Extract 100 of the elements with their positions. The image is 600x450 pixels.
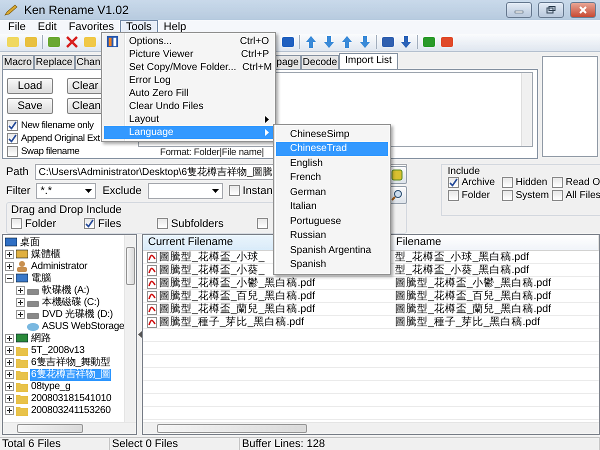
group-title: Include (448, 166, 480, 177)
table-cell-text: 型_花樽盃_小葵_黑白稿.pdf (394, 264, 530, 277)
menu-item[interactable]: Layout (104, 113, 273, 126)
tree-item[interactable]: 200803181541010 (30, 392, 112, 405)
move-up-icon[interactable] (304, 35, 318, 50)
move-down-icon[interactable] (322, 35, 336, 50)
table-cell: 圖騰型_種子_芽比_黑白稿.pdf (143, 316, 391, 329)
checkbox[interactable] (84, 218, 95, 230)
exclude-field[interactable] (148, 182, 223, 199)
checkbox[interactable] (257, 218, 268, 230)
checkbox-label: All Files (566, 190, 600, 201)
checkbox-label: Files (98, 218, 122, 230)
tree-item[interactable]: Administrator (30, 260, 88, 273)
menu-item[interactable]: ChineseSimp (276, 127, 388, 142)
filter-field[interactable]: *.* (36, 182, 96, 199)
checkbox[interactable] (502, 190, 513, 201)
tab[interactable]: Import List (339, 52, 398, 69)
tab[interactable]: Chan (74, 54, 102, 69)
tab[interactable]: Macro (2, 54, 34, 69)
tree-item[interactable]: 200803241153260 (30, 404, 112, 417)
dropdown-arrow-icon[interactable] (85, 188, 92, 193)
pdf-file-icon (147, 278, 157, 289)
tab[interactable]: page (274, 54, 301, 69)
checkbox-label: New filename only (21, 120, 94, 131)
expand-icon[interactable] (16, 310, 25, 320)
checkbox[interactable] (552, 176, 563, 188)
move-top-icon[interactable] (340, 35, 354, 50)
expand-icon[interactable] (16, 298, 25, 308)
checkbox-label: Hidden (516, 176, 548, 188)
checkbox[interactable] (552, 190, 563, 201)
menu-item[interactable]: Picture Viewer Ctrl+P (104, 48, 273, 61)
pdf-file-icon (147, 252, 157, 263)
checkbox[interactable] (502, 176, 513, 188)
tree-item[interactable]: ASUS WebStorage (41, 320, 124, 333)
expand-icon[interactable] (5, 262, 14, 272)
menu-item[interactable]: Set Copy/Move Folder... Ctrl+M (104, 61, 273, 74)
tree-item[interactable]: 08type_g (30, 380, 72, 393)
menu-item[interactable]: Italian (276, 200, 388, 214)
move-bottom-icon[interactable] (358, 35, 372, 50)
checkbox[interactable] (11, 218, 22, 230)
menu-item[interactable]: Spanish (276, 258, 388, 272)
expand-icon[interactable] (5, 370, 14, 380)
expand-icon[interactable] (5, 250, 14, 260)
window-title: Ken Rename V1.02 (24, 2, 130, 17)
menu-item[interactable]: Portuguese (276, 214, 388, 228)
delete-icon[interactable] (65, 35, 79, 50)
pdf-file-icon (147, 264, 157, 276)
tab[interactable]: Decode (300, 54, 340, 69)
field-label: Filter (6, 184, 30, 197)
tree-item[interactable]: 桌面 (19, 236, 41, 249)
tree-item[interactable]: 5T_2008v13 (30, 344, 86, 357)
restore-button[interactable] (538, 2, 564, 18)
pdf-file-icon (147, 304, 157, 315)
tree-item[interactable]: 電腦 (30, 272, 52, 285)
tree-item[interactable]: 軟碟機 (A:) (41, 284, 90, 297)
close-icon (578, 6, 588, 14)
checkbox-label: Swap filename (21, 146, 80, 157)
button[interactable]: Save (7, 98, 53, 114)
dropdown-arrow-icon[interactable] (212, 188, 219, 193)
expand-icon[interactable] (5, 346, 14, 356)
expand-icon[interactable] (5, 406, 14, 416)
menu-item[interactable]: Edit (32, 20, 63, 34)
close-button[interactable] (570, 2, 596, 18)
checkbox[interactable] (7, 120, 18, 131)
table-cell: 圖騰型_花樽盃_百兒_黑白稿.pdf (143, 290, 391, 303)
menu-item[interactable]: Help (158, 20, 192, 34)
group-title: Drag and Drop Include (11, 204, 122, 216)
minimize-button[interactable] (506, 2, 532, 18)
table-cell-text: 圖騰型_種子_芽比_黑白稿.pdf (394, 316, 542, 329)
menu-item[interactable]: Options... Ctrl+O (104, 35, 273, 48)
tree-item[interactable]: 6隻吉祥物_舞動型 (30, 356, 112, 369)
checkbox[interactable] (448, 176, 459, 188)
menu-item[interactable]: File (2, 20, 32, 34)
tree-item[interactable]: 網路 (30, 332, 52, 345)
menu-item[interactable]: German (276, 185, 388, 200)
checkbox[interactable] (7, 132, 18, 144)
pencil-icon (4, 4, 18, 16)
expand-icon[interactable] (16, 286, 25, 296)
button[interactable]: Load (7, 78, 53, 94)
menu-item[interactable]: Favorites (62, 20, 120, 34)
checkbox-label: Append Original Ext (21, 132, 100, 144)
tree-item[interactable]: DVD 光碟機 (D:) (41, 308, 114, 321)
tree-item[interactable]: 本機磁碟 (C:) (41, 296, 101, 309)
table-cell-text: 圖騰型_花樽盃_百兒_黑白稿.pdf (394, 290, 552, 303)
expand-icon[interactable] (5, 358, 14, 368)
checkbox-label: Instan (242, 184, 273, 197)
collapse-icon[interactable] (5, 274, 14, 284)
checkbox[interactable] (448, 190, 459, 201)
checkbox[interactable] (7, 146, 18, 157)
tab[interactable]: Replace (34, 54, 74, 69)
checkbox-label: Folder (462, 190, 490, 201)
checkbox[interactable] (157, 218, 168, 230)
checkbox-label: System (516, 190, 549, 201)
checkbox[interactable] (228, 185, 240, 196)
tree-item[interactable]: 媒體櫃 (30, 248, 62, 261)
restore-icon (546, 6, 556, 14)
expand-icon[interactable] (5, 334, 14, 344)
table-cell: 圖騰型_花樽盃_蘭兒_黑白稿.pdf (143, 302, 391, 316)
expand-icon[interactable] (5, 382, 14, 392)
expand-icon[interactable] (5, 394, 14, 404)
